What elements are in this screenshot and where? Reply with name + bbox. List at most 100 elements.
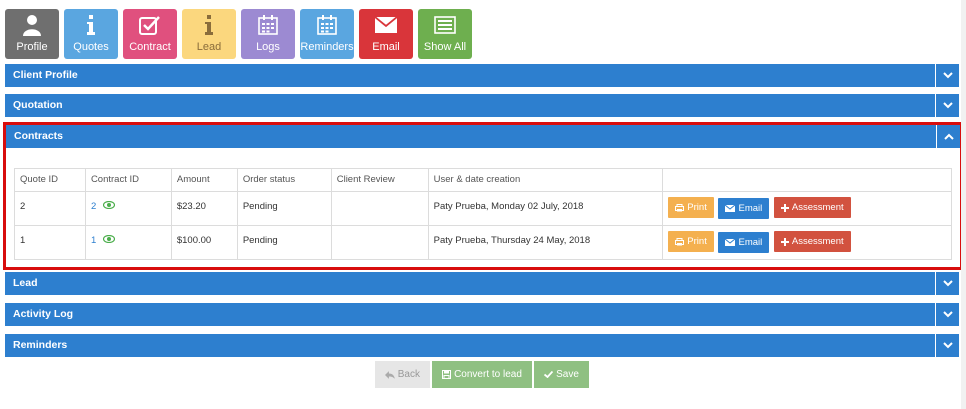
column-header: Client Review [330, 168, 429, 192]
eye-icon[interactable] [102, 200, 115, 212]
check-icon [544, 371, 554, 378]
table-row: 2 2 $23.20 Pending Paty Prueba, Monday 0… [14, 191, 952, 226]
print-icon [675, 237, 685, 245]
quote-id-cell: 1 [14, 225, 86, 260]
show-all-label: Show All [423, 41, 467, 53]
back-button[interactable]: Back [375, 361, 430, 388]
logs-button[interactable]: Logs [241, 9, 295, 59]
section-lead[interactable]: Lead [5, 272, 959, 295]
contract-id-link[interactable]: 1 [91, 235, 96, 246]
section-client-profile[interactable]: Client Profile [5, 64, 959, 87]
review-cell [330, 225, 429, 260]
envelope-icon [725, 204, 736, 212]
chevron-down-icon[interactable] [935, 64, 959, 87]
email-button[interactable]: Email [359, 9, 413, 59]
column-header: Amount [170, 168, 238, 192]
profile-label: Profile [16, 41, 48, 53]
email-contract-button[interactable]: Email [718, 197, 770, 219]
print-button[interactable]: Print [668, 197, 714, 218]
envelope-icon [375, 13, 397, 37]
column-header [662, 168, 952, 192]
floppy-icon [442, 370, 452, 379]
status-cell: Pending [236, 225, 332, 260]
actions-cell: Print Email Assessment [662, 191, 952, 226]
status-cell: Pending [236, 191, 332, 226]
profile-button[interactable]: Profile [5, 9, 59, 59]
print-label: Print [687, 202, 707, 213]
reply-icon [385, 370, 395, 379]
amount-cell: $23.20 [170, 191, 238, 226]
contract-label: Contract [129, 41, 171, 53]
checkbox-icon [139, 13, 161, 37]
info-icon [87, 13, 95, 37]
column-header: Quote ID [14, 168, 86, 192]
back-label: Back [397, 369, 420, 380]
form-footer: Back Convert to lead Save [375, 361, 589, 388]
assessment-label: Assessment [791, 202, 844, 213]
user-icon [22, 13, 42, 37]
amount-cell: $100.00 [170, 225, 238, 260]
section-reminders[interactable]: Reminders [5, 334, 959, 357]
assessment-label: Assessment [791, 236, 844, 247]
chevron-down-icon[interactable] [935, 303, 959, 326]
section-contracts-panel: Contracts Quote ID Contract ID Amount Or… [3, 122, 963, 270]
section-title: Activity Log [13, 308, 74, 320]
lead-label: Lead [196, 41, 222, 53]
user-date-cell: Paty Prueba, Monday 02 July, 2018 [427, 191, 664, 226]
actions-cell: Print Email Assessment [662, 225, 952, 260]
chevron-down-icon[interactable] [935, 334, 959, 357]
module-toolbar: Profile Quotes Contract Lead Logs Remind… [5, 9, 472, 59]
plus-icon [780, 203, 789, 212]
logs-label: Logs [256, 41, 280, 53]
convert-label: Convert to lead [454, 369, 522, 380]
convert-to-lead-button[interactable]: Convert to lead [432, 361, 532, 388]
save-button[interactable]: Save [534, 361, 589, 388]
section-title: Reminders [13, 339, 68, 351]
section-contracts[interactable]: Contracts [6, 125, 960, 148]
info-icon [205, 13, 213, 37]
assessment-button[interactable]: Assessment [773, 231, 851, 252]
table-row: 1 1 $100.00 Pending Paty Prueba, Thursda… [14, 225, 952, 260]
calendar-icon [317, 13, 337, 37]
email-label: Email [738, 202, 763, 214]
print-icon [675, 203, 685, 211]
email-label: Email [372, 41, 400, 53]
column-header: Order status [236, 168, 332, 192]
envelope-icon [725, 238, 736, 246]
section-activity-log[interactable]: Activity Log [5, 303, 959, 326]
contracts-table-wrapper: Quote ID Contract ID Amount Order status… [14, 168, 952, 260]
contract-id-cell: 2 [84, 191, 172, 226]
user-date-cell: Paty Prueba, Thursday 24 May, 2018 [427, 225, 664, 260]
reminders-label: Reminders [300, 41, 354, 53]
plus-icon [780, 237, 789, 246]
contracts-table: Quote ID Contract ID Amount Order status… [14, 168, 952, 260]
assessment-button[interactable]: Assessment [773, 197, 851, 218]
lead-button[interactable]: Lead [182, 9, 236, 59]
chevron-up-icon[interactable] [936, 125, 960, 148]
list-icon [434, 13, 456, 37]
vertical-scrollbar[interactable] [961, 0, 966, 409]
reminders-button[interactable]: Reminders [300, 9, 354, 59]
chevron-down-icon[interactable] [935, 272, 959, 295]
column-header: Contract ID [84, 168, 172, 192]
section-title: Contracts [14, 130, 64, 142]
contract-id-cell: 1 [84, 225, 172, 260]
show-all-button[interactable]: Show All [418, 9, 472, 59]
chevron-down-icon[interactable] [935, 94, 959, 117]
print-button[interactable]: Print [668, 231, 714, 252]
section-title: Quotation [13, 99, 63, 111]
email-label: Email [738, 236, 763, 248]
section-quotation[interactable]: Quotation [5, 94, 959, 117]
quotes-button[interactable]: Quotes [64, 9, 118, 59]
save-label: Save [556, 369, 579, 380]
contract-id-link[interactable]: 2 [91, 201, 96, 212]
eye-icon[interactable] [102, 234, 115, 246]
contract-button[interactable]: Contract [123, 9, 177, 59]
quote-id-cell: 2 [14, 191, 86, 226]
table-header-row: Quote ID Contract ID Amount Order status… [14, 168, 952, 192]
email-contract-button[interactable]: Email [718, 231, 770, 253]
quotes-label: Quotes [73, 41, 109, 53]
section-title: Lead [13, 277, 38, 289]
review-cell [330, 191, 429, 226]
column-header: User & date creation [427, 168, 664, 192]
